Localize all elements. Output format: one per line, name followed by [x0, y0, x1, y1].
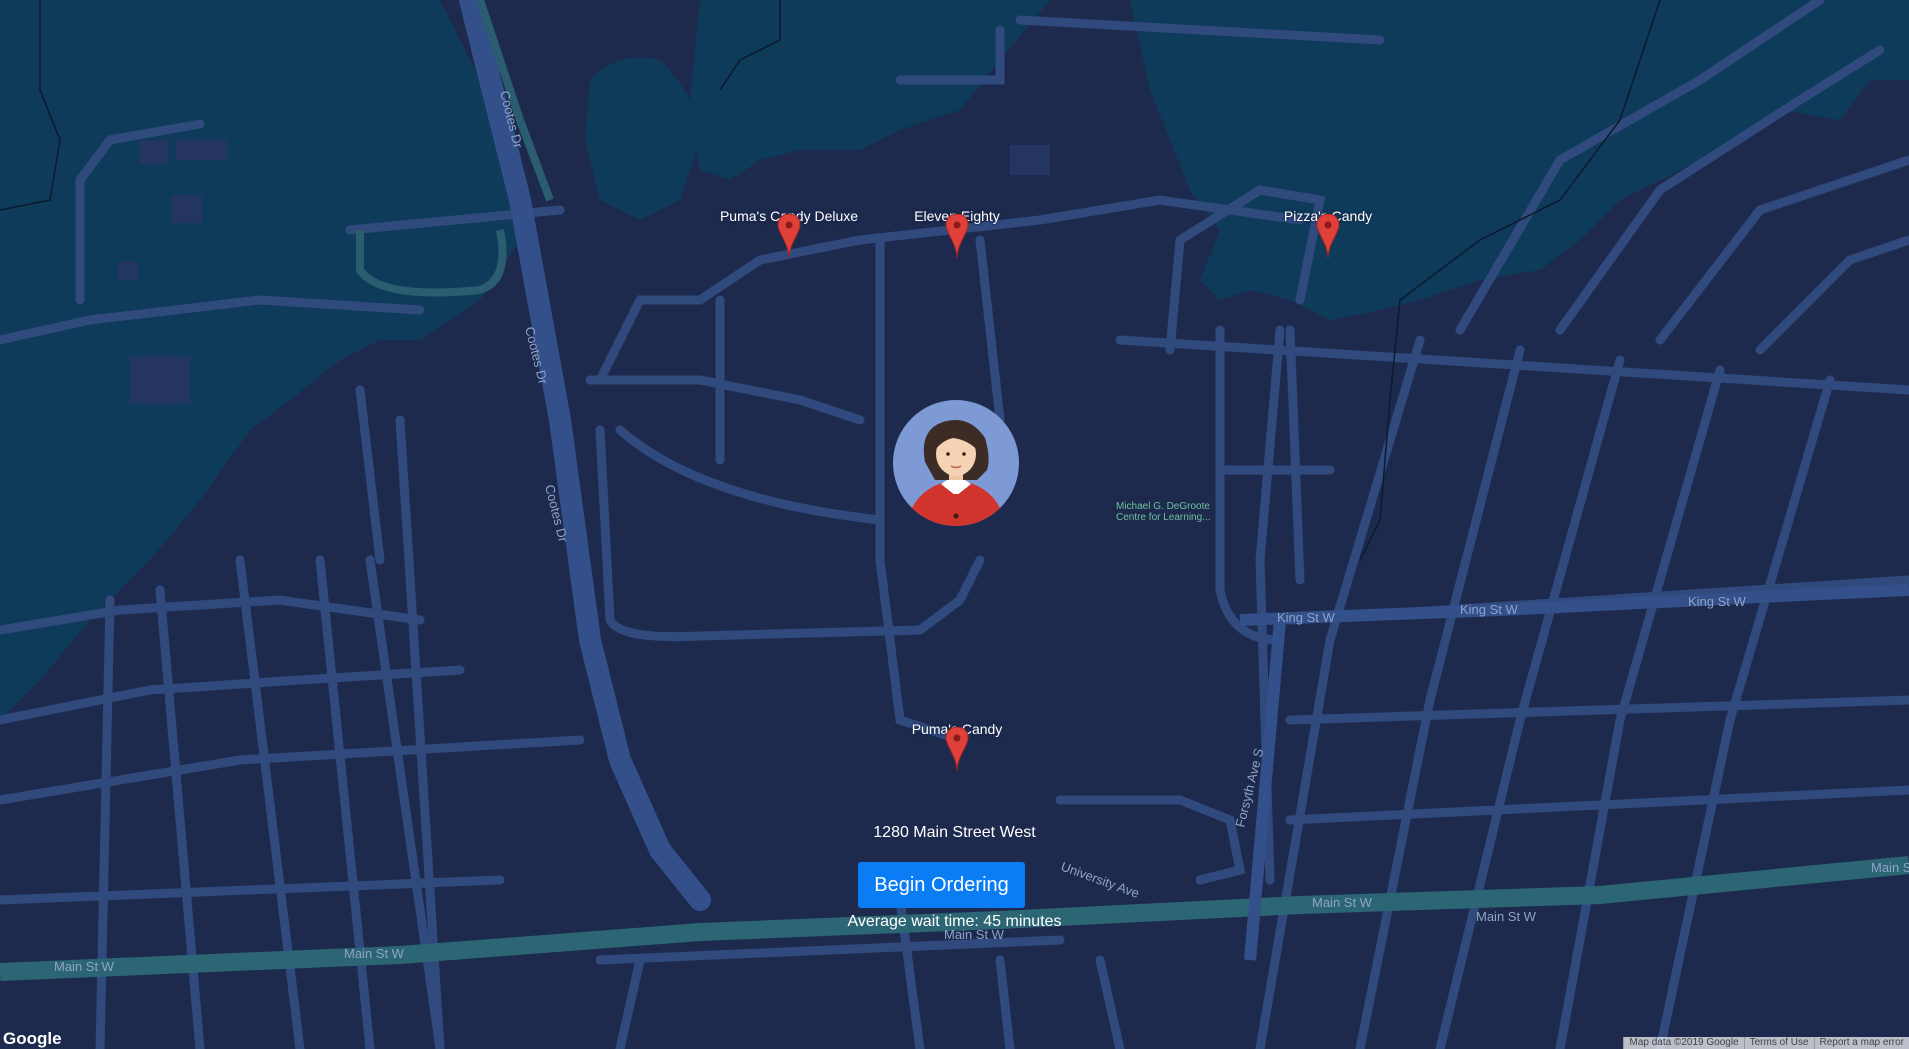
- map-data-attribution: Map data ©2019 Google: [1623, 1037, 1743, 1049]
- road-label: Main St W: [1871, 860, 1909, 875]
- user-avatar-icon: [911, 420, 1001, 526]
- user-location-avatar[interactable]: [893, 400, 1019, 526]
- poi-label: Centre for Learning...: [1116, 512, 1211, 523]
- map-pin-icon[interactable]: [777, 214, 801, 258]
- road-label: University Ave: [1059, 859, 1141, 901]
- terms-of-use-link[interactable]: Terms of Use: [1743, 1037, 1814, 1049]
- begin-ordering-button[interactable]: Begin Ordering: [858, 862, 1025, 908]
- road-label: King St W: [1460, 602, 1519, 617]
- report-map-error-link[interactable]: Report a map error: [1813, 1037, 1909, 1049]
- store-address: 1280 Main Street West: [873, 824, 1036, 841]
- road-label: King St W: [1688, 594, 1747, 609]
- poi-label: Michael G. DeGroote: [1116, 501, 1210, 512]
- road-label: King St W: [1277, 610, 1336, 625]
- average-wait-time: Average wait time: 45 minutes: [847, 913, 1062, 930]
- map-attribution-bar: Map data ©2019 Google Terms of Use Repor…: [1623, 1037, 1909, 1049]
- google-logo: Google: [3, 1029, 62, 1048]
- road-label: Main St W: [1312, 895, 1373, 910]
- road-label: Main St W: [54, 959, 115, 974]
- road-label: Main St W: [344, 946, 405, 961]
- map-pin-icon[interactable]: [945, 214, 969, 258]
- map-pin-icon[interactable]: [945, 727, 969, 771]
- map-pin-icon[interactable]: [1316, 214, 1340, 258]
